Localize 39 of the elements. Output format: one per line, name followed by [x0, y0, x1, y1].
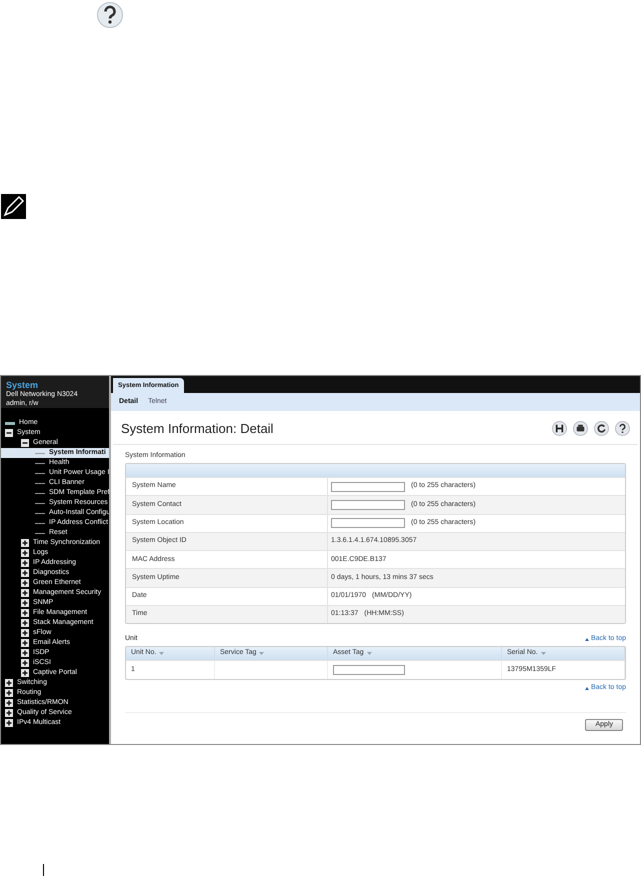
plus-box-icon[interactable]	[5, 719, 13, 727]
plus-box-icon[interactable]	[21, 619, 29, 627]
plus-box-icon[interactable]	[21, 599, 29, 607]
home-bar-icon	[5, 422, 15, 424]
up-triangle-icon	[584, 686, 589, 690]
save-icon[interactable]	[552, 421, 567, 436]
plus-box-icon[interactable]	[21, 539, 29, 547]
plus-box-icon[interactable]	[21, 649, 29, 657]
plus-box-icon[interactable]	[5, 679, 13, 687]
plus-box-icon[interactable]	[5, 709, 13, 717]
text-input[interactable]	[331, 500, 405, 510]
refresh-icon[interactable]	[594, 421, 609, 436]
sidebar-title: System	[6, 380, 40, 390]
minus-box-icon[interactable]	[21, 439, 29, 447]
minus-box-icon[interactable]	[5, 429, 13, 437]
plus-box-icon[interactable]	[5, 699, 13, 707]
plus-box-icon[interactable]	[21, 559, 29, 567]
up-triangle-icon	[584, 638, 589, 642]
sort-caret-icon	[259, 652, 264, 655]
print-icon[interactable]	[573, 421, 588, 436]
sort-caret-icon	[159, 652, 164, 655]
plus-box-icon[interactable]	[21, 579, 29, 587]
text-input[interactable]	[331, 518, 405, 528]
help-icon	[96, 1, 124, 29]
help-icon[interactable]	[615, 421, 630, 436]
plus-box-icon[interactable]	[21, 569, 29, 577]
sort-caret-icon	[366, 652, 372, 655]
plus-box-icon[interactable]	[21, 669, 29, 677]
plus-box-icon[interactable]	[21, 609, 29, 617]
plus-box-icon[interactable]	[5, 689, 13, 697]
plus-box-icon[interactable]	[21, 629, 29, 637]
asset-tag-input[interactable]	[333, 664, 405, 675]
page-title: System Information: Detail	[121, 420, 274, 438]
plus-box-icon[interactable]	[21, 589, 29, 597]
plus-box-icon[interactable]	[21, 549, 29, 557]
plus-box-icon[interactable]	[21, 659, 29, 667]
sort-caret-icon	[540, 652, 546, 655]
text-input[interactable]	[331, 482, 405, 492]
plus-box-icon[interactable]	[21, 639, 29, 647]
